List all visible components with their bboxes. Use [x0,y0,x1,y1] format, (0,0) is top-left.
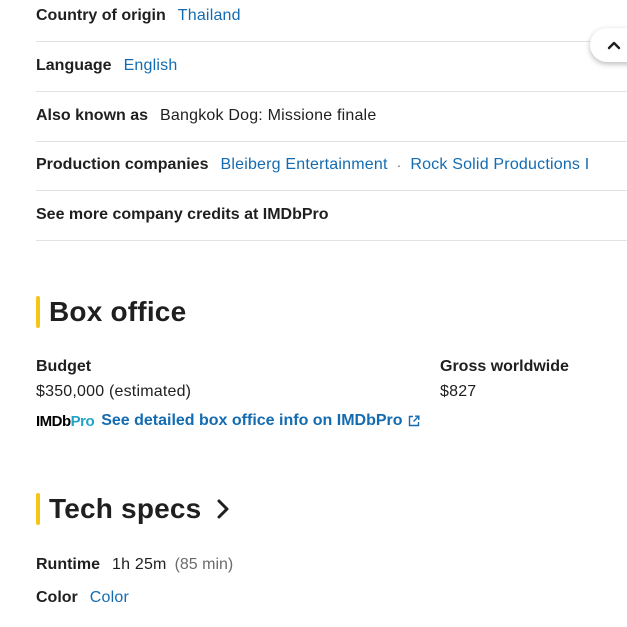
runtime-label: Runtime [36,556,100,573]
gross-worldwide-label: Gross worldwide [440,358,569,375]
section-accent-bar [36,493,40,525]
production-companies-label: Production companies [36,156,209,173]
runtime-minutes: (85 min) [174,556,234,573]
also-known-as-value: Bangkok Dog: Missione finale [160,107,377,124]
company-credits-row[interactable]: See more company credits at IMDbPro [36,190,627,241]
color-link[interactable]: Color [90,589,129,607]
chevron-up-icon [607,40,621,50]
color-row: Color Color [36,589,129,607]
budget-value: $350,000 (estimated) [36,383,192,400]
production-company-link[interactable]: Rock Solid Productions I [410,156,589,174]
color-label: Color [36,589,78,606]
runtime-value: 1h 25m [112,556,167,573]
box-office-title: Box office [49,296,187,327]
also-known-as-row: Also known as Bangkok Dog: Missione fina… [36,91,627,142]
imdbpro-logo: IMDb Pro [36,412,95,430]
tech-specs-header[interactable]: Tech specs [36,492,230,526]
imdbpro-link-text[interactable]: See detailed box office info on IMDbPro [101,412,402,430]
country-of-origin-row: Country of origin Thailand [36,0,627,42]
company-credits-link[interactable]: See more company credits at IMDbPro [36,206,329,224]
gross-worldwide-value: $827 [440,383,477,400]
language-row: Language English [36,41,627,92]
language-label: Language [36,57,112,74]
country-of-origin-label: Country of origin [36,7,166,24]
scroll-to-top-button[interactable] [590,28,627,62]
separator-dot: · [396,157,402,173]
tech-specs-title[interactable]: Tech specs [49,493,201,525]
production-companies-row: Production companies Bleiberg Entertainm… [36,140,627,191]
imdbpro-box-office-link[interactable]: IMDb Pro See detailed box office info on … [36,411,420,431]
language-link[interactable]: English [124,57,178,75]
chevron-right-icon[interactable] [216,498,230,520]
country-link[interactable]: Thailand [178,7,241,25]
movie-details-page: Country of origin Thailand Language Engl… [0,0,627,627]
runtime-row: Runtime 1h 25m (85 min) [36,556,233,574]
box-office-header: Box office [36,295,186,329]
budget-label: Budget [36,358,92,375]
section-accent-bar [36,296,40,328]
production-company-link[interactable]: Bleiberg Entertainment [220,156,387,174]
external-link-icon [408,415,420,427]
also-known-as-label: Also known as [36,107,149,124]
